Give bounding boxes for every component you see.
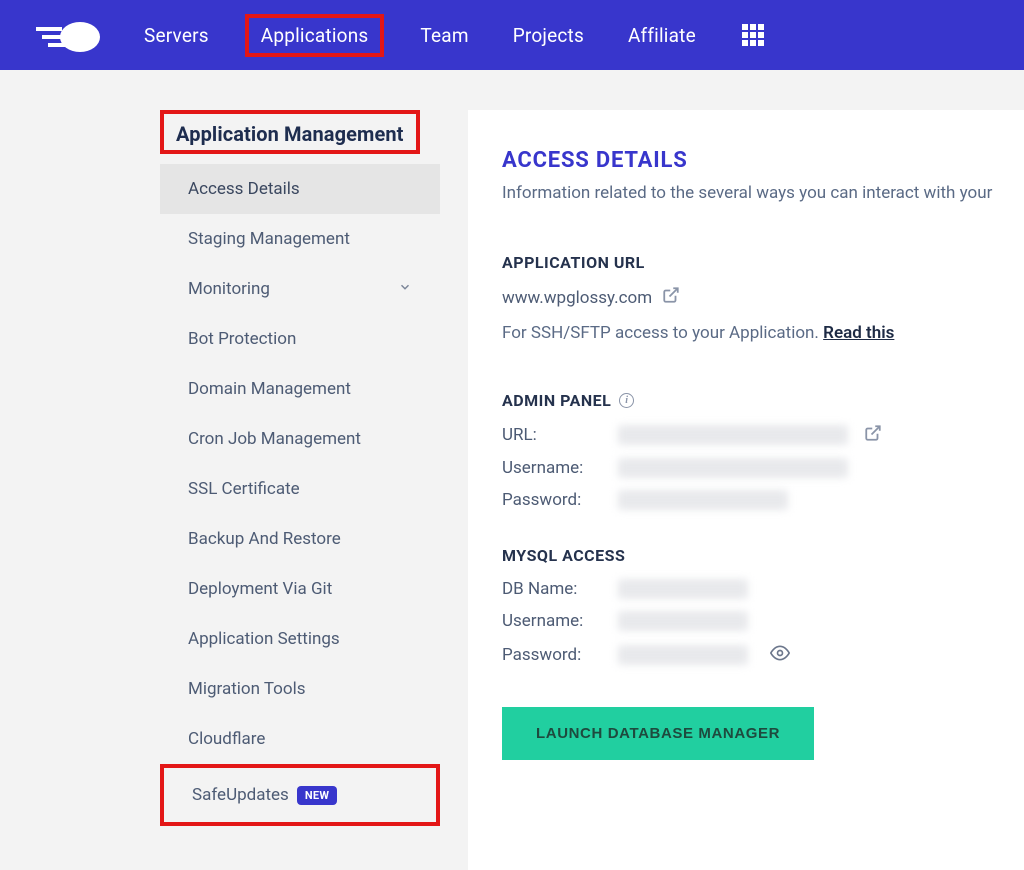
- sidebar: Application Management Access Details St…: [160, 110, 440, 826]
- sidebar-item-domain[interactable]: Domain Management: [160, 364, 440, 414]
- external-link-icon[interactable]: [662, 286, 680, 309]
- mysql-db-value: [618, 579, 748, 599]
- ssh-note-text: For SSH/SFTP access to your Application.: [502, 323, 823, 343]
- sidebar-item-backup[interactable]: Backup And Restore: [160, 514, 440, 564]
- read-this-link[interactable]: Read this: [823, 323, 894, 343]
- sidebar-safeupdates-highlight: SafeUpdates NEW: [160, 764, 440, 826]
- app-url-value: www.wpglossy.com: [502, 288, 652, 308]
- sidebar-item-migration[interactable]: Migration Tools: [160, 664, 440, 714]
- info-icon[interactable]: i: [619, 393, 634, 408]
- nav-affiliate[interactable]: Affiliate: [620, 18, 704, 53]
- sidebar-item-label: SSL Certificate: [188, 479, 300, 499]
- section-mysql-heading: MYSQL ACCESS: [502, 546, 1024, 565]
- section-admin-heading: ADMIN PANEL i: [502, 391, 1024, 410]
- sidebar-item-label: Cron Job Management: [188, 429, 361, 449]
- nav-applications[interactable]: Applications: [245, 14, 385, 57]
- sidebar-title: Application Management: [176, 122, 404, 146]
- sidebar-title-highlight: Application Management: [160, 110, 420, 154]
- sidebar-item-label: Deployment Via Git: [188, 579, 332, 599]
- sidebar-item-label: SafeUpdates: [192, 785, 289, 805]
- nav-servers[interactable]: Servers: [136, 18, 217, 53]
- mysql-user-value: [618, 611, 748, 631]
- sidebar-item-label: Bot Protection: [188, 329, 296, 349]
- admin-pass-label: Password:: [502, 490, 602, 510]
- mysql-user-label: Username:: [502, 611, 602, 631]
- eye-icon[interactable]: [770, 643, 790, 667]
- sidebar-item-app-settings[interactable]: Application Settings: [160, 614, 440, 664]
- mysql-pass-label: Password:: [502, 645, 602, 665]
- mysql-db-label: DB Name:: [502, 579, 602, 599]
- sidebar-item-access-details[interactable]: Access Details: [160, 164, 440, 214]
- main-panel: ACCESS DETAILS Information related to th…: [468, 110, 1024, 870]
- sidebar-item-staging[interactable]: Staging Management: [160, 214, 440, 264]
- sidebar-item-label: Application Settings: [188, 629, 340, 649]
- admin-url-value: [618, 425, 848, 445]
- mysql-pass-value: [618, 645, 748, 665]
- sidebar-item-monitoring[interactable]: Monitoring: [160, 264, 440, 314]
- apps-grid-button[interactable]: [742, 24, 764, 46]
- new-badge: NEW: [297, 786, 337, 805]
- sidebar-item-safeupdates[interactable]: SafeUpdates NEW: [164, 770, 436, 820]
- grid-icon: [742, 24, 764, 46]
- sidebar-item-label: Domain Management: [188, 379, 351, 399]
- sidebar-item-cloudflare[interactable]: Cloudflare: [160, 714, 440, 764]
- cloud-logo-icon: [30, 17, 102, 53]
- page-subtitle: Information related to the several ways …: [502, 183, 1024, 203]
- sidebar-item-label: Backup And Restore: [188, 529, 341, 549]
- logo[interactable]: [30, 17, 102, 53]
- nav-projects[interactable]: Projects: [505, 18, 592, 53]
- section-app-url-heading: APPLICATION URL: [502, 253, 1024, 272]
- external-link-icon[interactable]: [864, 424, 882, 446]
- page-container: Application Management Access Details St…: [0, 70, 1024, 870]
- sidebar-item-label: Cloudflare: [188, 729, 265, 749]
- sidebar-list: Access Details Staging Management Monito…: [160, 164, 440, 826]
- sidebar-item-cron[interactable]: Cron Job Management: [160, 414, 440, 464]
- sidebar-item-bot-protection[interactable]: Bot Protection: [160, 314, 440, 364]
- nav-team[interactable]: Team: [412, 18, 476, 53]
- sidebar-item-git[interactable]: Deployment Via Git: [160, 564, 440, 614]
- sidebar-item-label: Monitoring: [188, 279, 270, 299]
- page-title: ACCESS DETAILS: [502, 148, 1024, 173]
- sidebar-item-label: Staging Management: [188, 229, 350, 249]
- admin-url-label: URL:: [502, 425, 602, 445]
- ssh-note: For SSH/SFTP access to your Application.…: [502, 323, 1024, 343]
- admin-heading-text: ADMIN PANEL: [502, 391, 611, 410]
- admin-user-value: [618, 458, 848, 478]
- top-nav: Servers Applications Team Projects Affil…: [0, 0, 1024, 70]
- sidebar-item-label: Access Details: [188, 179, 300, 199]
- launch-db-manager-button[interactable]: LAUNCH DATABASE MANAGER: [502, 707, 814, 760]
- sidebar-item-ssl[interactable]: SSL Certificate: [160, 464, 440, 514]
- admin-pass-value: [618, 490, 788, 510]
- admin-user-label: Username:: [502, 458, 602, 478]
- chevron-down-icon: [398, 280, 412, 298]
- sidebar-item-label: Migration Tools: [188, 679, 305, 699]
